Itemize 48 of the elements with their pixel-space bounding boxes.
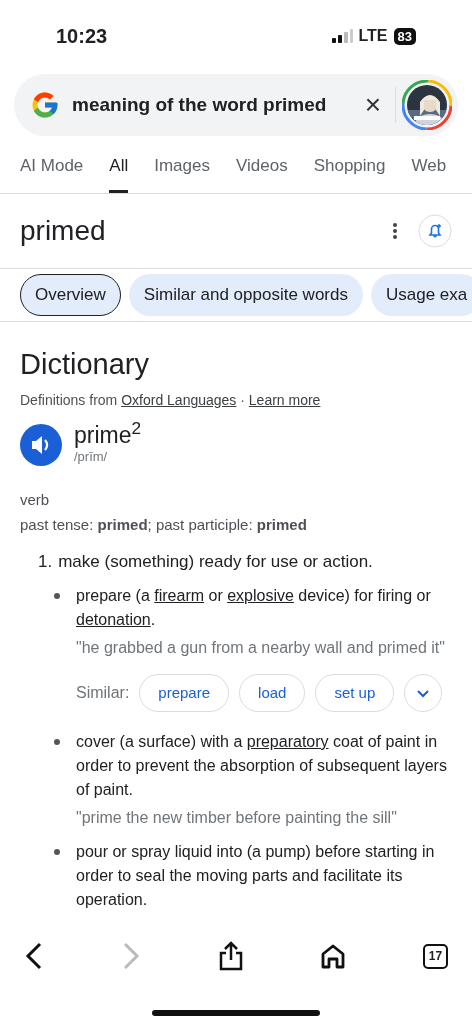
word-link[interactable]: preparatory bbox=[246, 733, 329, 750]
sense-text: prepare (a firearm or explosive device) for firing or detonation. bbox=[76, 586, 432, 630]
source-line: Definitions from Oxford Languages · Learn more bbox=[20, 391, 322, 410]
headword: prime$^{2}$ bbox=[74, 423, 142, 447]
bullet-icon bbox=[54, 849, 60, 855]
section-heading: Dictionary bbox=[20, 347, 150, 382]
source-link[interactable]: Oxford Languages bbox=[121, 392, 237, 408]
back-icon[interactable] bbox=[24, 942, 44, 970]
bullet-icon bbox=[54, 739, 60, 745]
definition-text: make (something) ready for use or action. bbox=[58, 550, 373, 573]
search-tab[interactable]: AI Mode bbox=[20, 152, 84, 193]
tabs-button[interactable]: 17 bbox=[423, 943, 448, 969]
alert-bell-button[interactable] bbox=[418, 214, 452, 248]
filter-chip[interactable]: Usage exa bbox=[370, 274, 472, 316]
search-tab[interactable]: Videos bbox=[235, 152, 288, 193]
search-query: meaning of the word primed bbox=[72, 92, 327, 117]
share-icon[interactable] bbox=[217, 941, 244, 971]
clock: 10:23 bbox=[56, 24, 108, 49]
filter-chip[interactable]: Overview bbox=[20, 274, 121, 316]
more-options-icon[interactable] bbox=[392, 222, 398, 240]
speaker-button[interactable] bbox=[20, 423, 62, 466]
search-tab[interactable]: All bbox=[109, 152, 129, 193]
example-quote: "he grabbed a gun from a nearby wall and primed it" bbox=[76, 638, 446, 658]
battery-level: 83 bbox=[393, 27, 416, 45]
word-link[interactable]: firearm bbox=[154, 587, 205, 604]
search-tab[interactable]: Shopping bbox=[313, 152, 386, 193]
word-link[interactable]: explosive bbox=[227, 587, 294, 604]
part-of-speech: verb bbox=[20, 489, 51, 510]
example-quote: "prime the new timber before painting the sill" bbox=[76, 808, 398, 828]
search-tab[interactable]: Images bbox=[154, 152, 210, 193]
similar-label: Similar: bbox=[76, 683, 130, 703]
sense-text: cover (a surface) with a preparatory coat of paint in order to prevent the absorption of subsequent layers of paint. bbox=[76, 732, 448, 800]
source-link[interactable]: Learn more bbox=[248, 392, 321, 408]
search-tab[interactable]: Web bbox=[411, 152, 447, 193]
google-logo-icon bbox=[30, 90, 60, 120]
result-title: primed bbox=[20, 214, 106, 248]
sense-text: pour or spray liquid into (a pump) before starting in order to seal the moving parts and facilitate its operation. bbox=[76, 842, 436, 910]
filter-chip[interactable]: Similar and opposite words bbox=[128, 274, 363, 316]
definition-number: 1. bbox=[38, 550, 53, 573]
signal-icon bbox=[330, 29, 353, 43]
bullet-icon bbox=[54, 593, 60, 599]
search-bar[interactable]: meaning of the word primed × bbox=[14, 74, 458, 136]
word-forms: past tense: primed; past participle: primed bbox=[20, 515, 308, 535]
network-label: LTE bbox=[358, 26, 388, 46]
clear-button[interactable]: × bbox=[356, 91, 389, 119]
word-link[interactable]: detonation bbox=[76, 611, 151, 628]
home-icon[interactable] bbox=[320, 943, 347, 969]
pronunciation: /prīm/ bbox=[74, 448, 109, 466]
